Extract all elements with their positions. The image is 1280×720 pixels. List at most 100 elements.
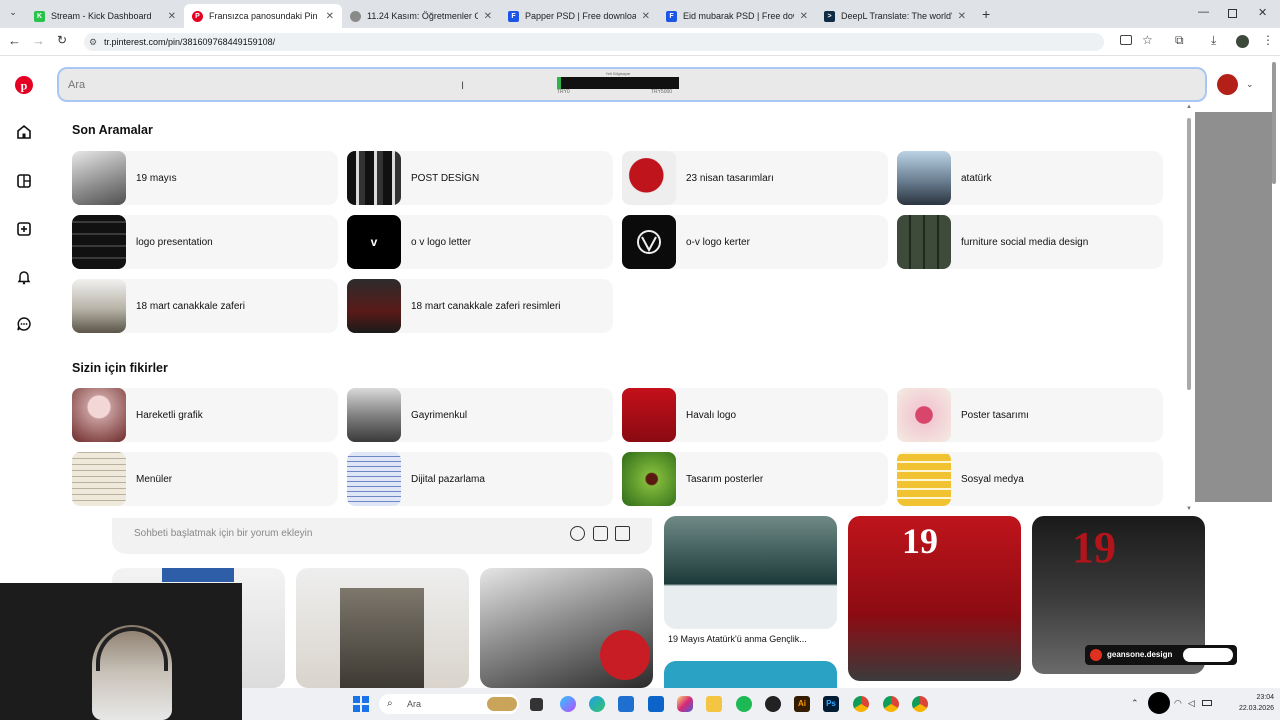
chrome-icon[interactable] [883,696,899,712]
wifi-icon[interactable]: ◠ [1174,698,1182,709]
close-icon[interactable]: ✕ [642,11,650,22]
idea-item[interactable]: Tasarım posterler [622,452,888,506]
idea-item[interactable]: Poster tasarımı [897,388,1163,442]
sticker-icon[interactable] [593,526,608,541]
page-right-backdrop [1195,112,1272,502]
close-icon[interactable]: ✕ [958,11,966,22]
image-icon[interactable] [615,526,630,541]
minimize-icon[interactable]: — [1198,6,1209,18]
recent-search-item[interactable]: 18 mart canakkale zaferi resimleri [347,279,613,333]
recent-search-item[interactable]: v o v logo letter [347,215,613,269]
idea-item[interactable]: Dijital pazarlama [347,452,613,506]
search-icon: ⌕ [387,698,393,709]
illustrator-icon[interactable]: Ai [794,696,810,712]
task-view-icon[interactable] [530,698,543,711]
file-explorer-icon[interactable] [706,696,722,712]
streamer-name-overlay: geansone.design [1085,645,1237,665]
close-icon[interactable]: ✕ [484,11,492,22]
taskbar-search[interactable]: ⌕ Ara [379,694,519,714]
battery-icon[interactable] [1202,700,1212,706]
spotify-icon[interactable] [736,696,752,712]
comment-input[interactable]: Sohbeti başlatmak için bir yorum ekleyin [134,528,312,539]
tab-papper-psd[interactable]: F Papper PSD | Free download ✕ [500,4,658,28]
tray-chevron-up-icon[interactable]: ⌃ [1131,698,1139,709]
recent-search-item[interactable]: logo presentation [72,215,338,269]
outlook-icon[interactable] [648,696,664,712]
volume-icon[interactable]: ◁ [1188,698,1195,709]
download-icon[interactable]: ⤓ [1211,33,1216,48]
photoshop-icon[interactable]: Ps [823,696,839,712]
taskbar-search-label: Ara [407,699,422,709]
recent-search-item[interactable]: POST DESİGN [347,151,613,205]
messages-icon[interactable] [14,314,34,334]
home-icon[interactable] [14,122,34,142]
tab-eid-mubarak[interactable]: F Eid mubarak PSD | Free downlo ✕ [658,4,816,28]
browser-menu-icon[interactable]: ⋮ [1262,33,1274,47]
account-chevron-down-icon[interactable]: ⌄ [1246,79,1254,90]
system-clock[interactable]: 23:04 22.03.2026 [1214,692,1274,714]
page-scrollbar-thumb[interactable] [1272,62,1276,184]
recent-search-item[interactable]: o-v logo kerter [622,215,888,269]
close-window-icon[interactable]: ✕ [1258,6,1267,19]
extensions-icon[interactable]: ⧉ [1175,33,1184,48]
new-tab-icon[interactable]: + [982,6,990,22]
chrome-icon[interactable] [853,696,869,712]
notifications-bell-icon[interactable] [14,267,34,287]
url-bar[interactable]: ⚙ tr.pinterest.com/pin/38160976844915910… [84,33,1104,51]
related-pin[interactable] [664,661,837,688]
pinterest-logo-icon[interactable]: p [14,75,34,95]
related-pin[interactable] [664,516,837,629]
search-input[interactable] [68,76,488,94]
recent-search-item[interactable]: 23 nisan tasarımları [622,151,888,205]
site-info-icon[interactable]: ⚙ [89,33,97,51]
obs-icon[interactable] [765,696,781,712]
thumbnail [897,452,951,506]
maximize-icon[interactable] [1228,9,1237,18]
copilot-icon[interactable] [560,696,576,712]
back-icon[interactable]: ← [8,33,21,48]
scrollbar-thumb[interactable] [1187,118,1191,390]
instagram-icon[interactable] [677,696,693,712]
idea-item[interactable]: Gayrimenkul [347,388,613,442]
scroll-up-arrow-icon[interactable]: ▲ [1186,104,1192,110]
reload-icon[interactable]: ↻ [57,33,67,47]
recent-search-label: 23 nisan tasarımları [686,172,774,184]
tab-ogretmenler-gunu[interactable]: 11.24 Kasım: Öğretmenler Gün ✕ [342,4,500,28]
forward-icon[interactable]: → [32,33,45,48]
thumbnail [897,388,951,442]
profile-avatar[interactable] [1236,35,1249,48]
related-pin[interactable] [296,568,469,688]
recent-search-item[interactable]: 18 mart canakkale zaferi [72,279,338,333]
recent-search-item[interactable]: furniture social media design [897,215,1163,269]
close-icon[interactable]: ✕ [800,11,808,22]
tab-search-icon[interactable]: ⌄ [6,7,20,21]
idea-item[interactable]: Sosyal medya [897,452,1163,506]
scroll-down-arrow-icon[interactable]: ▼ [1186,506,1192,512]
edge-icon[interactable] [589,696,605,712]
recent-search-item[interactable]: atatürk [897,151,1163,205]
clock-date: 22.03.2026 [1238,705,1274,712]
thumbnail [72,279,126,333]
chrome-icon[interactable] [912,696,928,712]
store-icon[interactable] [618,696,634,712]
cast-icon[interactable] [1120,35,1132,45]
related-pin[interactable] [480,568,653,688]
explore-icon[interactable] [14,171,34,191]
close-icon[interactable]: ✕ [326,11,334,22]
close-icon[interactable]: ✕ [168,11,176,22]
recent-search-item[interactable]: 19 mayıs [72,151,338,205]
tab-pinterest-pin[interactable]: P Fransızca panosundaki Pin ✕ [184,4,342,28]
idea-item[interactable]: Havalı logo [622,388,888,442]
tab-deepl[interactable]: > DeepL Translate: The world's m ✕ [816,4,974,28]
idea-item[interactable]: Menüler [72,452,338,506]
create-icon[interactable] [14,219,34,239]
tray-app-icon[interactable] [1148,692,1170,714]
user-avatar[interactable] [1217,74,1238,95]
windows-start-icon[interactable] [353,696,369,712]
thumbnail [72,151,126,205]
related-pin[interactable]: 19 [848,516,1021,681]
tab-kick-dashboard[interactable]: K Stream - Kick Dashboard ✕ [26,4,184,28]
emoji-icon[interactable] [570,526,585,541]
bookmark-star-icon[interactable]: ☆ [1142,33,1153,47]
idea-item[interactable]: Hareketli grafik [72,388,338,442]
